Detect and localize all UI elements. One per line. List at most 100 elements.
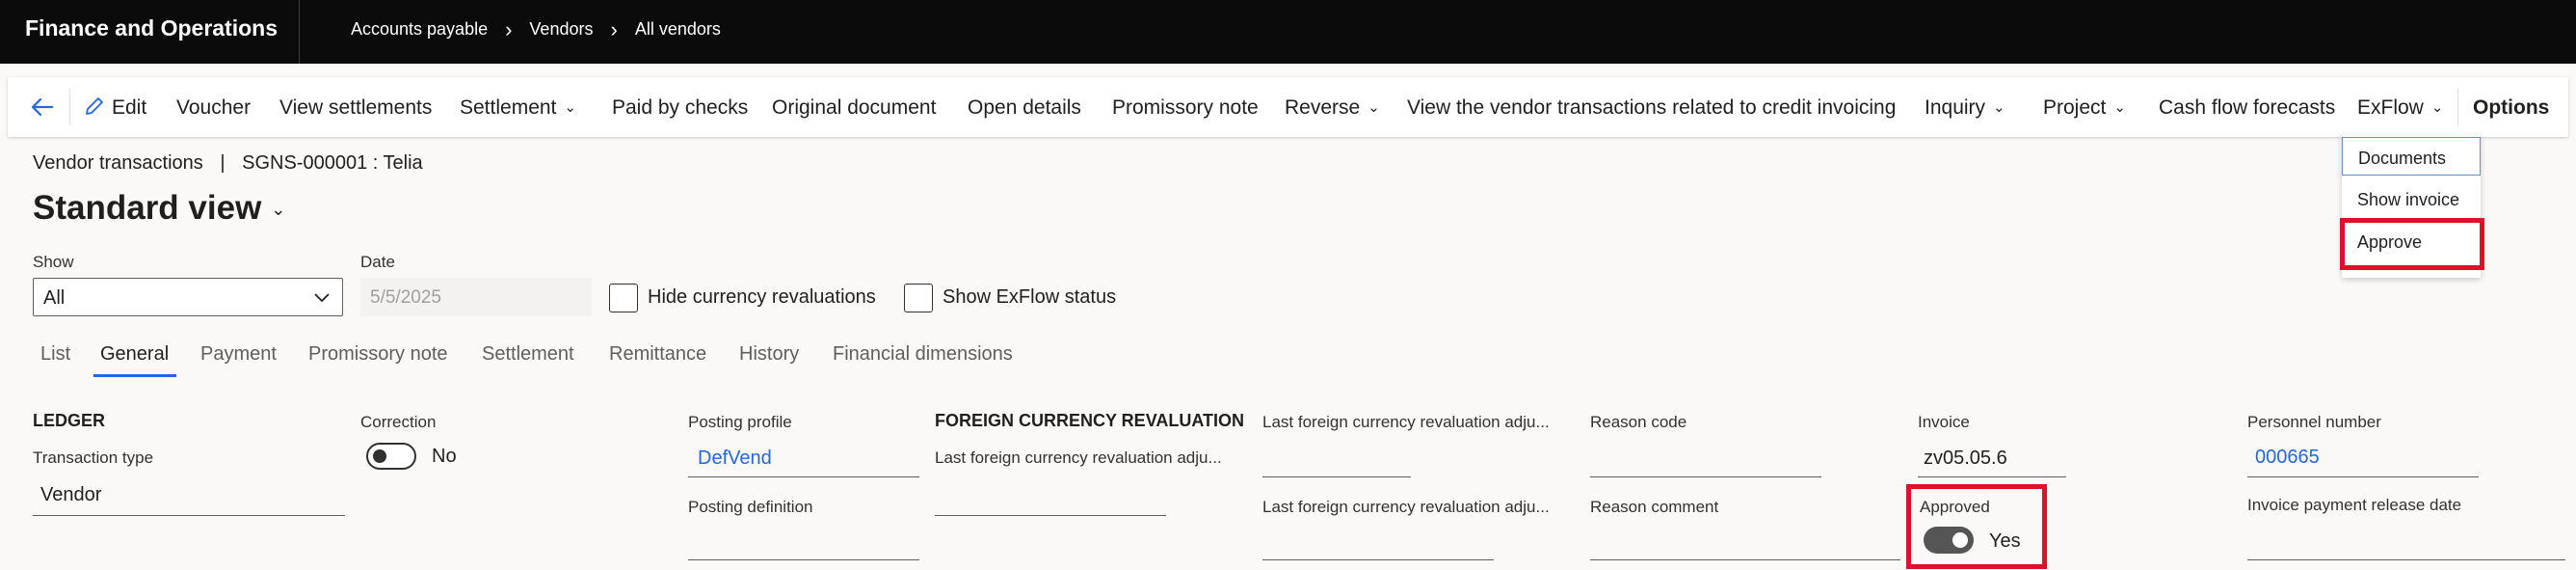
date-field-value: 5/5/2025 [370,287,441,308]
page-title: Standard view [33,189,262,227]
invoice-value: zv05.05.6 [1924,448,2007,469]
settlement-menu-button[interactable]: Settlement ⌄ [460,96,576,120]
breadcrumb: Accounts payable › Vendors › All vendors [351,16,721,41]
exflow-menu-button[interactable]: ExFlow ⌄ [2357,96,2443,120]
date-label: Date [360,253,395,271]
toggle-knob [373,449,386,463]
project-menu-button[interactable]: Project ⌄ [2043,96,2126,120]
view-selector[interactable]: Standard view ⌄ [33,189,285,228]
page-context: Vendor transactions | SGNS-000001 : Teli… [33,152,423,175]
divider [69,89,70,125]
show-select[interactable]: All [33,278,343,316]
show-select-value: All [43,287,66,309]
transaction-type-value: Vendor [40,484,102,505]
menu-item-label: Documents [2358,149,2447,168]
approved-value: Yes [1989,530,2021,552]
promissory-note-button[interactable]: Promissory note [1112,96,1259,120]
inquiry-label: Inquiry [1925,96,1986,119]
fcr-adjustment-label-3: Last foreign currency revaluation adju..… [1262,498,1550,516]
chevron-down-icon: ⌄ [271,200,286,219]
chevron-down-icon: ⌄ [564,99,576,116]
chevron-down-icon: ⌄ [2113,99,2126,116]
chevron-right-icon: › [610,16,618,41]
field-underline [2247,476,2479,477]
field-underline [688,559,919,560]
show-label: Show [33,253,74,271]
exflow-label: ExFlow [2357,96,2424,119]
pencil-icon [86,97,103,115]
chevron-down-icon [314,293,330,303]
reverse-label: Reverse [1285,96,1361,119]
record-caption: SGNS-000001 : Telia [242,152,423,174]
page-context-separator: | [220,152,226,174]
show-exflow-status-checkbox[interactable] [904,284,933,312]
hide-currency-revaluations-label: Hide currency revaluations [648,286,876,308]
approved-toggle[interactable] [1924,527,1974,554]
view-settlements-button[interactable]: View settlements [279,96,432,120]
tab-history[interactable]: History [739,343,799,366]
view-credit-invoicing-button[interactable]: View the vendor transactions related to … [1407,96,1896,120]
reason-comment-label: Reason comment [1590,498,1719,516]
field-underline [688,476,919,477]
app-title[interactable]: Finance and Operations [25,15,278,41]
menu-item-label: Show invoice [2357,190,2460,209]
divider [299,0,300,64]
tab-financial-dimensions[interactable]: Financial dimensions [833,343,1013,366]
hide-currency-revaluations-checkbox[interactable] [609,284,638,312]
options-tab[interactable]: Options [2473,96,2549,120]
settlement-label: Settlement [460,96,557,119]
open-details-button[interactable]: Open details [968,96,1081,120]
personnel-number-label: Personnel number [2247,413,2381,431]
field-underline [1590,476,1821,477]
inquiry-menu-button[interactable]: Inquiry ⌄ [1925,96,2005,120]
correction-toggle[interactable] [366,443,416,470]
personnel-number-link[interactable]: 000665 [2255,447,2320,469]
toggle-knob [1952,532,1968,548]
tab-remittance[interactable]: Remittance [609,343,706,366]
field-underline [1262,559,1494,560]
fcr-adjustment-label: Last foreign currency revaluation adju..… [935,448,1222,467]
chevron-down-icon: ⌄ [1368,99,1380,116]
ledger-header: LEDGER [33,411,106,430]
posting-definition-label: Posting definition [688,498,813,516]
back-arrow-icon[interactable] [27,93,56,122]
transaction-type-label: Transaction type [33,448,154,467]
invoice-payment-release-date-label: Invoice payment release date [2247,496,2462,514]
field-underline [2247,559,2565,560]
breadcrumb-item-vendors[interactable]: Vendors [529,19,593,40]
cash-flow-forecasts-button[interactable]: Cash flow forecasts [2159,96,2335,120]
active-tab-indicator [93,374,176,377]
tab-payment[interactable]: Payment [200,343,277,366]
voucher-button[interactable]: Voucher [176,96,251,120]
correction-value: No [432,446,457,467]
posting-profile-label: Posting profile [688,413,792,431]
field-underline [935,515,1166,516]
tab-general[interactable]: General [100,343,169,366]
approved-label: Approved [1920,498,1990,516]
paid-by-checks-button[interactable]: Paid by checks [612,96,748,120]
field-underline [1262,476,1411,477]
field-underline [1918,476,2066,477]
edit-button[interactable]: Edit [112,96,146,120]
project-label: Project [2043,96,2107,119]
field-underline [1590,559,1900,560]
reverse-menu-button[interactable]: Reverse ⌄ [1285,96,1380,120]
tab-promissory-note[interactable]: Promissory note [308,343,448,366]
original-document-button[interactable]: Original document [772,96,936,120]
field-underline [33,515,345,516]
foreign-currency-revaluation-header: FOREIGN CURRENCY REVALUATION [935,411,1245,430]
top-navigation-bar: Finance and Operations Accounts payable … [0,0,2576,64]
approve-highlight-box [2340,218,2484,270]
breadcrumb-item-accounts-payable[interactable]: Accounts payable [351,19,488,40]
reason-code-label: Reason code [1590,413,1687,431]
tab-list[interactable]: List [40,343,70,366]
menu-item-show-invoice[interactable]: Show invoice [2342,179,2481,218]
menu-item-documents[interactable]: Documents [2342,137,2481,176]
tab-settlement[interactable]: Settlement [482,343,574,366]
invoice-label: Invoice [1918,413,1970,431]
breadcrumb-item-all-vendors[interactable]: All vendors [635,19,721,40]
posting-profile-link[interactable]: DefVend [698,448,772,470]
show-exflow-status-label: Show ExFlow status [943,286,1117,308]
chevron-right-icon: › [505,16,513,41]
date-field: 5/5/2025 [360,278,592,316]
